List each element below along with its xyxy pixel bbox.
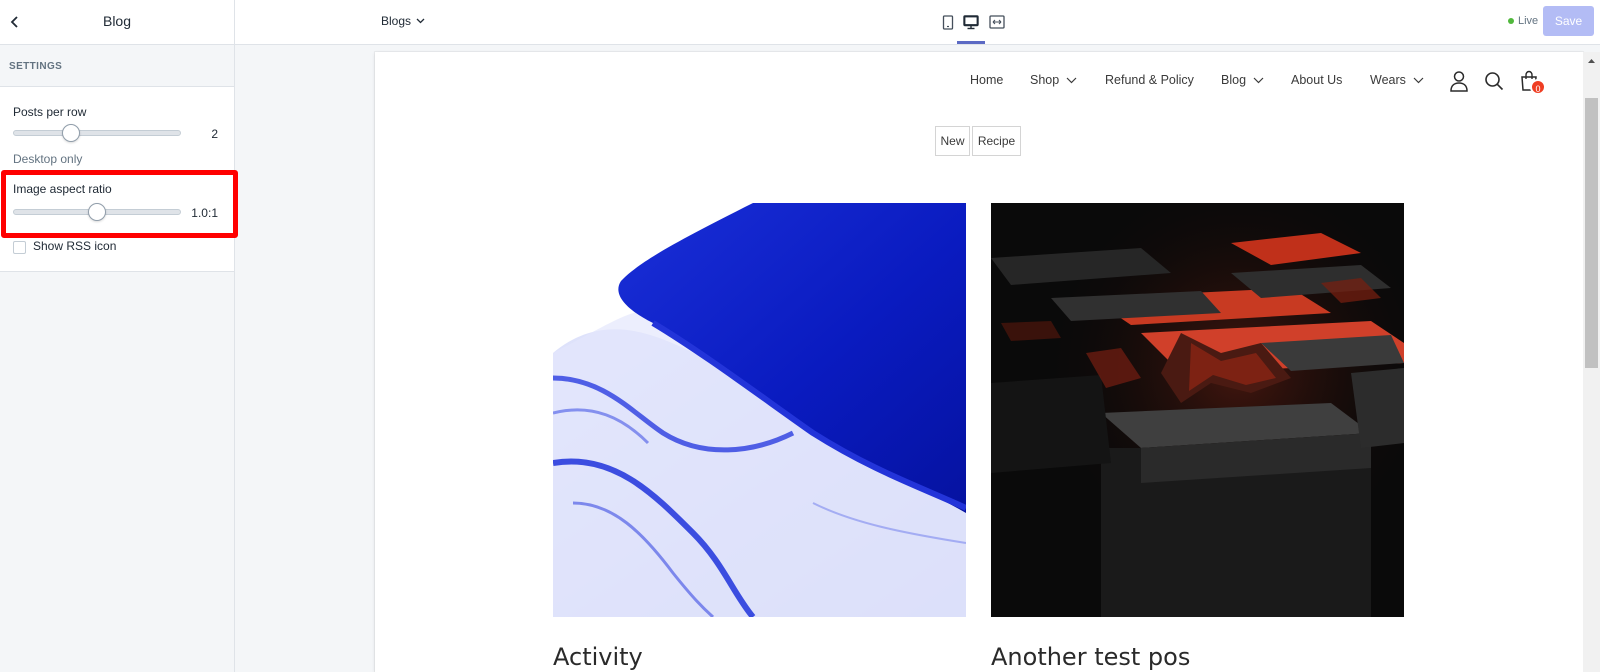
editor-topbar: Blogs Live Save <box>235 0 1600 45</box>
image-aspect-ratio-slider-thumb[interactable] <box>88 203 106 221</box>
nav-item-home[interactable]: Home <box>970 73 1003 87</box>
settings-section: SETTINGS Posts per row 2 Desktop only <box>0 45 234 272</box>
nav-item-shop[interactable]: Shop <box>1030 73 1077 87</box>
cart-count-badge: 0 <box>1530 79 1546 95</box>
save-button[interactable]: Save <box>1543 6 1594 36</box>
posts-per-row-value: 2 <box>211 127 218 141</box>
post-title-activity[interactable]: Activity <box>553 643 643 671</box>
dark-red-cubes-image <box>991 203 1404 617</box>
sidebar-title: Blog <box>102 13 132 29</box>
search-icon <box>1485 72 1504 91</box>
nav-item-label: Refund & Policy <box>1105 73 1194 87</box>
nav-item-label: Shop <box>1030 73 1060 87</box>
nav-item-wears[interactable]: Wears <box>1370 73 1424 87</box>
nav-item-blog[interactable]: Blog <box>1221 73 1264 87</box>
post-image-activity[interactable] <box>553 203 966 617</box>
storefront-preview: Home Shop Refund & Policy Blog About Us … <box>375 52 1583 672</box>
fullscreen-view-button[interactable] <box>987 12 1007 32</box>
image-aspect-ratio-value: 1.0:1 <box>191 206 218 220</box>
settings-sidebar: Blog SETTINGS Posts per row 2 Desktop on… <box>0 0 238 672</box>
desktop-view-button[interactable] <box>961 12 981 32</box>
nav-item-label: Wears <box>1370 73 1406 87</box>
nav-item-refund-policy[interactable]: Refund & Policy <box>1105 73 1194 87</box>
preview-scrollbar[interactable] <box>1583 52 1600 672</box>
show-rss-checkbox[interactable] <box>13 241 26 254</box>
chevron-down-icon <box>1253 77 1264 83</box>
posts-per-row-slider-thumb[interactable] <box>62 124 80 142</box>
cart-button[interactable]: 0 <box>1517 69 1546 95</box>
mobile-view-button[interactable] <box>938 12 958 32</box>
image-aspect-ratio-label: Image aspect ratio <box>13 182 112 196</box>
store-nav: Home Shop Refund & Policy Blog About Us … <box>375 69 1583 95</box>
scrollbar-thumb[interactable] <box>1585 98 1598 368</box>
live-status-dot <box>1508 18 1514 24</box>
live-status-label: Live <box>1518 15 1539 27</box>
live-status: Live <box>1508 15 1538 27</box>
account-icon <box>1450 71 1468 92</box>
active-view-indicator <box>957 41 985 44</box>
search-button[interactable] <box>1482 69 1506 93</box>
chevron-down-icon <box>416 18 425 24</box>
chevron-down-icon <box>1066 77 1077 83</box>
post-image-another-test-pos[interactable] <box>991 203 1404 617</box>
posts-per-row-label: Posts per row <box>13 105 87 119</box>
nav-item-label: About Us <box>1291 73 1343 87</box>
tag-filter-recipe[interactable]: Recipe <box>972 126 1021 156</box>
template-select[interactable]: Blogs <box>381 14 425 28</box>
nav-item-label: Home <box>970 73 1004 87</box>
blue-fabric-image <box>553 203 966 617</box>
post-title-another-test-pos[interactable]: Another test pos <box>991 643 1190 671</box>
mobile-view-icon <box>942 14 954 30</box>
account-button[interactable] <box>1447 69 1471 93</box>
scroll-up-button[interactable] <box>1583 52 1600 69</box>
section-heading: SETTINGS <box>0 45 234 87</box>
template-select-label: Blogs <box>381 14 412 28</box>
nav-item-about-us[interactable]: About Us <box>1291 73 1342 87</box>
posts-per-row-slider[interactable] <box>13 130 181 136</box>
sidebar-header: Blog <box>0 0 234 45</box>
desktop-only-help: Desktop only <box>13 152 83 166</box>
fullscreen-view-icon <box>989 15 1005 29</box>
show-rss-label: Show RSS icon <box>33 239 117 253</box>
triangle-up-icon <box>1588 58 1595 63</box>
nav-item-label: Blog <box>1221 73 1247 87</box>
chevron-down-icon <box>1413 77 1424 83</box>
desktop-view-icon <box>963 14 979 29</box>
tag-filter-new[interactable]: New <box>935 126 970 156</box>
